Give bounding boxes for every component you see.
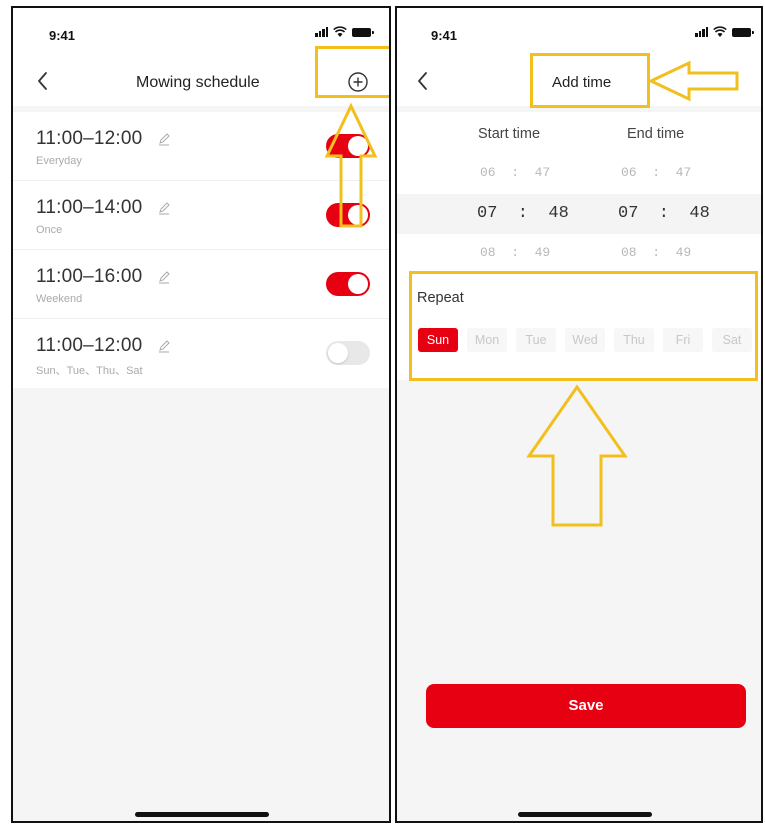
mowing-schedule-screen: 9:41 Mowing schedule 11:00–12:00 Everyda… xyxy=(11,6,391,823)
repeat-section: Repeat Sun Mon Tue Wed Thu Fri Sat xyxy=(397,270,761,380)
schedule-time: 11:00–16:00 xyxy=(36,266,143,287)
add-time-screen: 9:41 Add time Start time End time 06 : 4… xyxy=(395,6,763,823)
page-title: Mowing schedule xyxy=(136,74,260,91)
schedule-repeat: Weekend xyxy=(36,293,83,305)
end-time-value: 06 : 47 xyxy=(621,165,692,180)
end-time-label: End time xyxy=(627,126,685,142)
home-indicator xyxy=(135,812,269,817)
end-time-value: 07 : 48 xyxy=(618,204,710,223)
day-sun[interactable]: Sun xyxy=(418,328,458,352)
start-time-label: Start time xyxy=(478,126,541,142)
status-time: 9:41 xyxy=(49,28,76,43)
toggle-knob xyxy=(328,343,348,363)
home-indicator xyxy=(518,812,652,817)
toggle-knob xyxy=(348,205,368,225)
schedule-repeat: Everyday xyxy=(36,155,82,167)
battery-icon xyxy=(732,28,754,37)
day-tue[interactable]: Tue xyxy=(516,328,556,352)
picker-row-selected[interactable]: 07 : 48 07 : 48 xyxy=(397,194,761,234)
status-icons xyxy=(315,26,374,37)
picker-row[interactable]: 06 : 47 06 : 47 xyxy=(397,154,761,194)
start-time-value: 07 : 48 xyxy=(477,204,569,223)
schedule-time: 11:00–14:00 xyxy=(36,197,143,218)
pencil-icon[interactable] xyxy=(157,270,171,284)
arrow-up-icon xyxy=(526,384,628,527)
schedule-time: 11:00–12:00 xyxy=(36,335,143,356)
status-bar: 9:41 xyxy=(397,8,761,58)
status-icons xyxy=(695,26,754,37)
schedule-toggle[interactable] xyxy=(326,203,370,227)
toggle-knob xyxy=(348,136,368,156)
pencil-icon[interactable] xyxy=(157,201,171,215)
start-time-value: 08 : 49 xyxy=(480,245,551,260)
day-fri[interactable]: Fri xyxy=(663,328,703,352)
repeat-label: Repeat xyxy=(417,290,464,306)
pencil-icon[interactable] xyxy=(157,132,171,146)
schedule-toggle[interactable] xyxy=(326,272,370,296)
end-time-value: 08 : 49 xyxy=(621,245,692,260)
battery-icon xyxy=(352,28,374,37)
start-time-value: 06 : 47 xyxy=(480,165,551,180)
schedule-repeat: Sun、Tue、Thu、Sat xyxy=(36,365,143,377)
back-icon[interactable] xyxy=(415,70,431,92)
schedule-toggle[interactable] xyxy=(326,134,370,158)
page-title: Add time xyxy=(552,74,612,91)
schedule-list: 11:00–12:00 Everyday 11:00–14:00 Once 11… xyxy=(13,112,389,388)
schedule-item[interactable]: 11:00–12:00 Sun、Tue、Thu、Sat xyxy=(13,319,389,388)
day-mon[interactable]: Mon xyxy=(467,328,507,352)
status-bar: 9:41 xyxy=(13,8,389,58)
pencil-icon[interactable] xyxy=(157,339,171,353)
schedule-item[interactable]: 11:00–16:00 Weekend xyxy=(13,250,389,319)
time-picker[interactable]: Start time End time 06 : 47 06 : 47 07 :… xyxy=(397,112,761,270)
add-schedule-button[interactable] xyxy=(347,71,369,93)
wifi-icon xyxy=(333,26,347,37)
picker-row[interactable]: 08 : 49 08 : 49 xyxy=(397,234,761,274)
schedule-time: 11:00–12:00 xyxy=(36,128,143,149)
nav-bar: Mowing schedule xyxy=(13,58,389,106)
day-sat[interactable]: Sat xyxy=(712,328,752,352)
signal-icon xyxy=(695,27,708,37)
wifi-icon xyxy=(713,26,727,37)
schedule-item[interactable]: 11:00–14:00 Once xyxy=(13,181,389,250)
day-thu[interactable]: Thu xyxy=(614,328,654,352)
schedule-repeat: Once xyxy=(36,224,63,236)
day-wed[interactable]: Wed xyxy=(565,328,605,352)
toggle-knob xyxy=(348,274,368,294)
status-time: 9:41 xyxy=(431,28,458,43)
schedule-item[interactable]: 11:00–12:00 Everyday xyxy=(13,112,389,181)
signal-icon xyxy=(315,27,328,37)
back-icon[interactable] xyxy=(35,70,51,92)
nav-bar: Add time xyxy=(397,58,761,106)
save-button[interactable]: Save xyxy=(426,684,746,728)
schedule-toggle[interactable] xyxy=(326,341,370,365)
